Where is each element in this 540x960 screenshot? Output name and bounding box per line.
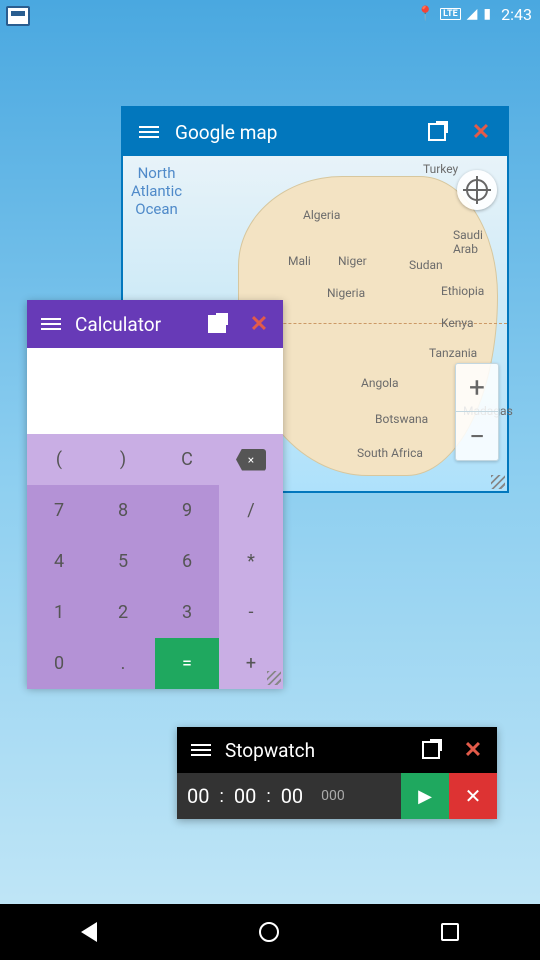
key-minus[interactable]: - <box>219 587 283 638</box>
play-icon: ▶ <box>418 786 432 807</box>
stopwatch-body: 00 : 00 : 00 000 ▶ ✕ <box>177 773 497 819</box>
play-button[interactable]: ▶ <box>401 773 449 819</box>
label-tanzania: Tanzania <box>429 346 477 360</box>
maximize-button[interactable] <box>199 306 235 342</box>
key-4[interactable]: 4 <box>27 536 91 587</box>
back-button[interactable] <box>81 922 97 942</box>
close-button[interactable]: ✕ <box>455 732 491 768</box>
label-ethiopia: Ethiopia <box>441 284 484 298</box>
key-equals[interactable]: = <box>155 638 219 689</box>
fullscreen-icon <box>422 741 440 759</box>
key-divide[interactable]: / <box>219 485 283 536</box>
milliseconds: 000 <box>313 788 401 804</box>
back-icon <box>81 922 97 942</box>
zoom-out-button[interactable]: − <box>456 412 498 460</box>
label-niger: Niger <box>338 254 367 268</box>
navigation-bar <box>0 904 540 960</box>
resize-grip[interactable] <box>267 671 281 685</box>
label-sudan: Sudan <box>409 258 443 272</box>
hamburger-icon <box>41 318 61 330</box>
calculator-titlebar[interactable]: Calculator ✕ <box>27 300 283 348</box>
key-7[interactable]: 7 <box>27 485 91 536</box>
label-southafrica: South Africa <box>357 446 423 460</box>
close-button[interactable]: ✕ <box>241 306 277 342</box>
clear-key[interactable]: C <box>155 434 219 485</box>
key-9[interactable]: 9 <box>155 485 219 536</box>
close-icon: ✕ <box>472 120 490 145</box>
calculator-title: Calculator <box>75 313 193 336</box>
seconds: 00 <box>271 784 313 808</box>
keypad-row: 1 2 3 - <box>27 587 283 638</box>
status-bar: 📍 LTE ◢ ▮ 2:43 <box>0 0 540 28</box>
calculator-window: Calculator ✕ ( ) C × 7 8 9 / 4 5 6 * 1 2… <box>27 300 283 687</box>
key-0[interactable]: 0 <box>27 638 91 689</box>
crosshair-icon <box>466 179 488 201</box>
label-mali: Mali <box>288 254 311 268</box>
close-icon: ✕ <box>464 738 482 763</box>
keypad-row: 0 . = + <box>27 638 283 689</box>
label-angola: Angola <box>361 376 398 390</box>
resize-grip[interactable] <box>491 475 505 489</box>
stopwatch-window: Stopwatch ✕ 00 : 00 : 00 000 ▶ ✕ <box>177 727 497 819</box>
backspace-icon: × <box>236 449 266 471</box>
signal-icon: ◢ <box>467 6 478 22</box>
fullscreen-icon <box>428 123 446 141</box>
ocean-label: North Atlantic Ocean <box>131 164 182 218</box>
home-button[interactable] <box>259 922 279 942</box>
label-turkey: Turkey <box>423 162 458 176</box>
maximize-button[interactable] <box>419 114 455 150</box>
key-2[interactable]: 2 <box>91 587 155 638</box>
calculator-display <box>27 348 283 434</box>
clock: 2:43 <box>501 5 532 24</box>
multiwindow-icon <box>6 6 30 26</box>
minutes: 00 <box>224 784 266 808</box>
label-botswana: Botswana <box>375 412 428 426</box>
key-dot[interactable]: . <box>91 638 155 689</box>
stopwatch-titlebar[interactable]: Stopwatch ✕ <box>177 727 497 773</box>
reset-button[interactable]: ✕ <box>449 773 497 819</box>
label-saudi: Saudi Arab <box>453 228 507 256</box>
key-1[interactable]: 1 <box>27 587 91 638</box>
location-icon: 📍 <box>417 6 434 22</box>
close-button[interactable]: ✕ <box>463 114 499 150</box>
menu-button[interactable] <box>131 114 167 150</box>
map-titlebar[interactable]: Google map ✕ <box>123 108 507 156</box>
label-nigeria: Nigeria <box>327 286 365 300</box>
menu-button[interactable] <box>183 732 219 768</box>
close-icon: ✕ <box>465 784 482 808</box>
my-location-button[interactable] <box>457 170 497 210</box>
keypad-row: 4 5 6 * <box>27 536 283 587</box>
close-icon: ✕ <box>250 312 268 337</box>
recents-button[interactable] <box>441 923 459 941</box>
zoom-in-button[interactable]: + <box>456 364 498 412</box>
hamburger-icon <box>191 744 211 756</box>
key-3[interactable]: 3 <box>155 587 219 638</box>
menu-button[interactable] <box>33 306 69 342</box>
label-kenya: Kenya <box>441 316 473 330</box>
label-algeria: Algeria <box>303 208 340 222</box>
zoom-control: + − <box>455 363 499 461</box>
keypad-row: 7 8 9 / <box>27 485 283 536</box>
key-6[interactable]: 6 <box>155 536 219 587</box>
function-row: ( ) C × <box>27 434 283 485</box>
map-title: Google map <box>175 121 411 144</box>
lte-icon: LTE <box>440 8 461 20</box>
recents-icon <box>441 923 459 941</box>
key-5[interactable]: 5 <box>91 536 155 587</box>
hours: 00 <box>177 784 219 808</box>
backspace-key[interactable]: × <box>219 434 283 485</box>
key-8[interactable]: 8 <box>91 485 155 536</box>
stopwatch-title: Stopwatch <box>225 739 407 762</box>
battery-charging-icon: ▮ <box>483 6 491 22</box>
key-multiply[interactable]: * <box>219 536 283 587</box>
lparen-key[interactable]: ( <box>27 434 91 485</box>
rparen-key[interactable]: ) <box>91 434 155 485</box>
maximize-button[interactable] <box>413 732 449 768</box>
hamburger-icon <box>139 126 159 138</box>
home-icon <box>259 922 279 942</box>
fullscreen-icon <box>208 315 226 333</box>
